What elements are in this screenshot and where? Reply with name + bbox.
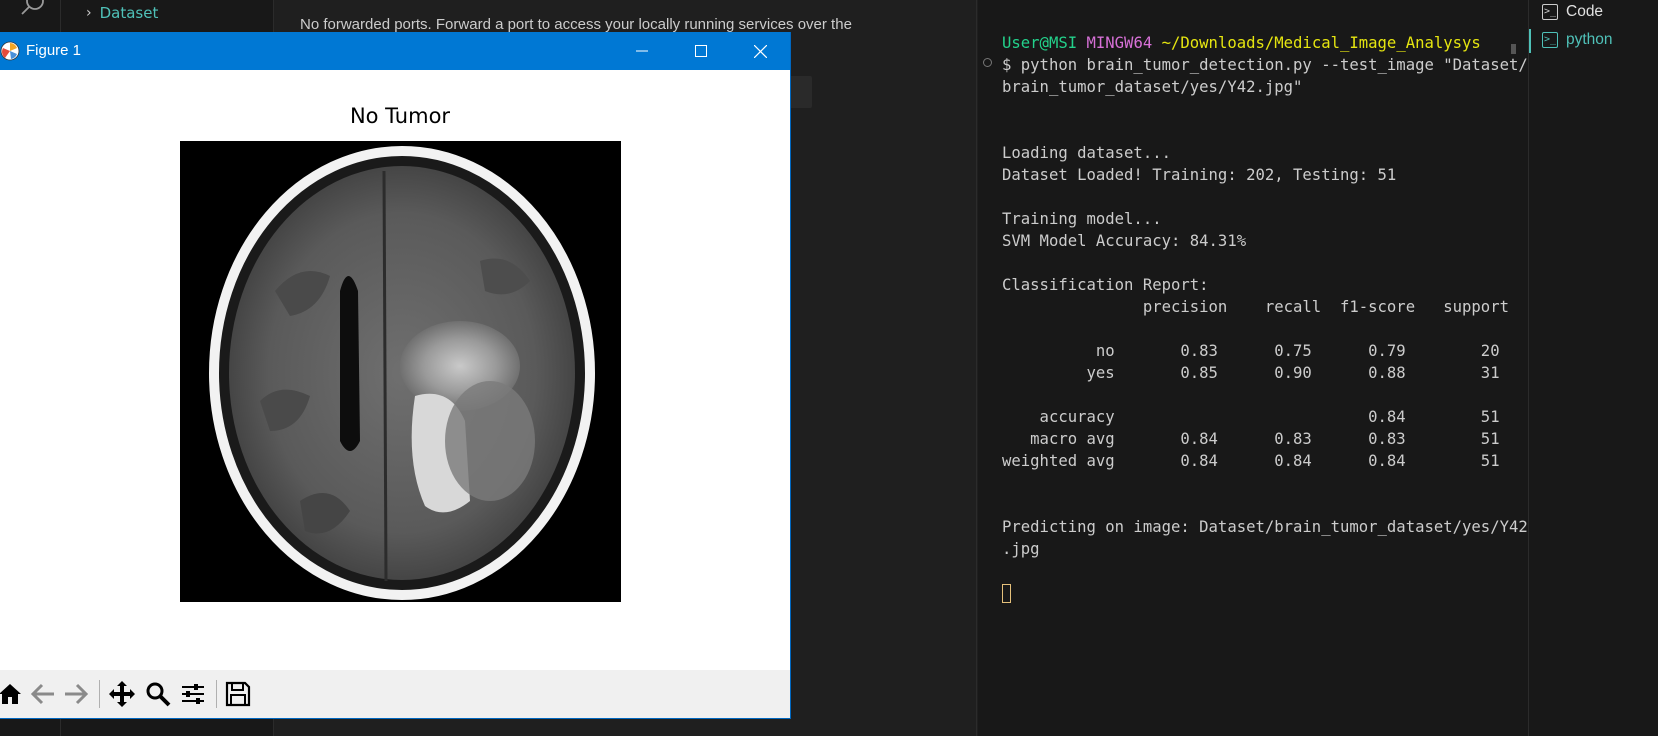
toolbar-separator (99, 680, 100, 708)
home-icon (0, 684, 21, 704)
terminal-line: no 0.83 0.75 0.79 20 (1002, 342, 1500, 360)
figure-window: Figure 1 No Tumor (0, 32, 791, 719)
mri-scan-image (180, 141, 621, 602)
back-arrow-icon (30, 683, 54, 705)
window-titlebar[interactable]: Figure 1 (0, 32, 790, 70)
terminal-tab-label: python (1566, 31, 1613, 48)
terminal-line: Classification Report: (1002, 276, 1209, 294)
maximize-icon (695, 45, 707, 57)
prompt-user: User@MSI (1002, 34, 1078, 52)
terminal-line: precision recall f1-score support (1002, 298, 1509, 316)
home-button[interactable] (0, 678, 26, 710)
plot-title: No Tumor (349, 104, 451, 128)
terminal-line: Training model... (1002, 210, 1162, 228)
terminal-line: weighted avg 0.84 0.84 0.84 51 (1002, 452, 1500, 470)
chevron-right-icon: › (86, 5, 92, 21)
window-title: Figure 1 (26, 42, 82, 59)
terminal-line: $ python brain_tumor_detection.py --test… (1002, 56, 1528, 74)
pan-icon (109, 681, 135, 707)
terminal-line: .jpg (1002, 540, 1040, 558)
terminal-icon: >_ (1542, 4, 1558, 20)
zoom-icon (146, 682, 171, 707)
panel-divider[interactable] (976, 0, 977, 736)
configure-subplots-icon (182, 684, 204, 704)
minimize-button[interactable] (613, 32, 671, 70)
terminal-tab-list (1529, 0, 1658, 736)
terminal-scrollbar[interactable] (1511, 44, 1516, 54)
close-button[interactable] (731, 32, 789, 70)
terminal-output[interactable]: User@MSI MINGW64 ~/Downloads/Medical_Ima… (1002, 32, 1528, 604)
prompt-path: ~/Downloads/Medical_Image_Analysys (1161, 34, 1481, 52)
terminal-tab-python[interactable]: >_ python (1542, 28, 1613, 52)
terminal-line: Dataset Loaded! Training: 202, Testing: … (1002, 166, 1397, 184)
terminal-lines: $ python brain_tumor_detection.py --test… (1002, 56, 1528, 558)
prompt-host: MINGW64 (1086, 34, 1153, 52)
forward-arrow-icon (65, 683, 89, 705)
sidebar-item-dataset[interactable]: › Dataset (86, 2, 158, 24)
pan-button[interactable] (106, 678, 138, 710)
save-button[interactable] (222, 678, 254, 710)
terminal-line: macro avg 0.84 0.83 0.83 51 (1002, 430, 1500, 448)
command-decoration-icon[interactable] (983, 58, 992, 67)
figure-toolbar (0, 670, 790, 718)
terminal-line: SVM Model Accuracy: 84.31% (1002, 232, 1247, 250)
forward-button[interactable] (60, 678, 92, 710)
save-icon (225, 681, 251, 707)
terminal-line: yes 0.85 0.90 0.88 31 (1002, 364, 1500, 382)
configure-subplots-button[interactable] (177, 678, 209, 710)
maximize-button[interactable] (672, 32, 730, 70)
active-tab-indicator (1529, 29, 1531, 53)
minimize-icon (636, 50, 648, 52)
terminal-line: Loading dataset... (1002, 144, 1171, 162)
terminal-line: accuracy 0.84 51 (1002, 408, 1500, 426)
terminal-line: Predicting on image: Dataset/brain_tumor… (1002, 518, 1528, 536)
ports-empty-message: No forwarded ports. Forward a port to ac… (300, 16, 852, 33)
matplotlib-logo-icon (0, 41, 20, 61)
search-icon[interactable] (20, 0, 46, 18)
terminal-tab-code[interactable]: >_ Code (1542, 0, 1603, 24)
terminal-cursor (1002, 584, 1011, 603)
terminal-line: brain_tumor_dataset/yes/Y42.jpg" (1002, 78, 1303, 96)
terminal-tab-label: Code (1566, 3, 1604, 20)
toolbar-separator (216, 680, 217, 708)
close-icon (753, 44, 767, 58)
back-button[interactable] (27, 678, 59, 710)
sidebar-item-label: Dataset (99, 4, 159, 22)
terminal-icon: >_ (1542, 32, 1558, 48)
zoom-button[interactable] (142, 678, 174, 710)
